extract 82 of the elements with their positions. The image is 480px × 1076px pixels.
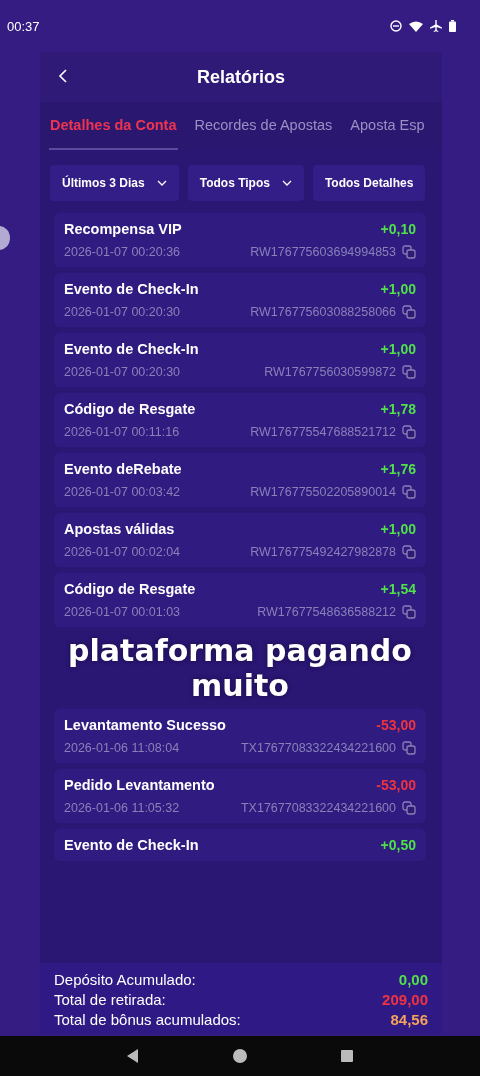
transaction-id: RW176775603088258066: [250, 305, 396, 319]
transaction-title: Recompensa VIP: [64, 221, 182, 237]
transaction-amount: -53,00: [376, 777, 416, 793]
transaction-id: RW176775492427982878: [250, 545, 396, 559]
caret-icon: [281, 180, 292, 186]
transaction-date: 2026-01-07 00:20:36: [64, 245, 181, 259]
copy-icon[interactable]: [402, 801, 416, 815]
transaction-card[interactable]: Recompensa VIP +0,10 2026-01-07 00:20:36 RW176775603694994853: [54, 213, 426, 267]
total-value: 84,56: [390, 1011, 428, 1028]
caption-text: muito: [191, 668, 289, 703]
tab[interactable]: Detalhes da Conta: [49, 102, 178, 150]
tab[interactable]: Recordes de Apostas: [193, 102, 334, 150]
transaction-card[interactable]: Código de Resgate +1,54 2026-01-07 00:01:03 RW17677548636588212: [54, 573, 426, 627]
airplane-icon: [430, 20, 442, 32]
transaction-card[interactable]: Evento de Check-In +1,00 2026-01-07 00:20:30 RW1767756030599872: [54, 333, 426, 387]
transaction-title: Código de Resgate: [64, 581, 196, 597]
transaction-date: 2026-01-07 00:03:42: [64, 485, 181, 499]
transaction-title: Evento de Check-In: [64, 341, 199, 357]
transaction-title: Evento de Check-In: [64, 837, 199, 853]
filter-dropdown[interactable]: Todos Detalhes: [312, 165, 426, 201]
transaction-card[interactable]: Pedido Levantamento -53,00 2026-01-06 11:05:32 TX17677083322434221600: [54, 769, 426, 823]
transaction-date: 2026-01-06 11:05:32: [64, 801, 180, 815]
total-value: 0,00: [398, 971, 428, 988]
transaction-date: 2026-01-07 00:20:30: [64, 365, 181, 379]
transaction-amount: +1,54: [380, 581, 416, 597]
transaction-card[interactable]: Apostas válidas +1,00 2026-01-07 00:02:04 RW176775492427982878: [54, 513, 426, 567]
transaction-date: 2026-01-06 11:08:04: [64, 741, 180, 755]
transaction-amount: +1,00: [380, 281, 416, 297]
back-nav-icon[interactable]: [127, 1049, 139, 1063]
wifi-icon: [409, 20, 423, 32]
filter-dropdown[interactable]: Todos Tipos: [187, 165, 304, 201]
transaction-id: TX17677083322434221600: [241, 741, 396, 755]
transaction-date: 2026-01-07 00:11:16: [64, 425, 180, 439]
back-chevron-icon[interactable]: [58, 68, 68, 84]
copy-icon[interactable]: [402, 305, 416, 319]
copy-icon[interactable]: [402, 245, 416, 259]
copy-icon[interactable]: [402, 545, 416, 559]
transaction-card[interactable]: Levantamento Sucesso -53,00 2026-01-06 11:08:04 TX17677083322434221600: [54, 709, 426, 763]
transaction-amount: +0,50: [380, 837, 416, 853]
transaction-title: Levantamento Sucesso: [64, 717, 226, 733]
transaction-title: Apostas válidas: [64, 521, 175, 537]
transaction-date: 2026-01-07 00:01:03: [64, 605, 181, 619]
filter-dropdown[interactable]: Últimos 3 Dias: [50, 165, 179, 201]
transaction-amount: +1,00: [380, 521, 416, 537]
transaction-id: RW1767756030599872: [264, 365, 396, 379]
total-label: Depósito Acumulado:: [54, 971, 196, 988]
caption-text: plataforma pagando: [68, 633, 412, 668]
copy-icon[interactable]: [402, 365, 416, 379]
transaction-amount: +1,76: [380, 461, 416, 477]
transaction-id: RW17677548636588212: [257, 605, 396, 619]
tab[interactable]: Aposta Esp: [349, 102, 426, 150]
transaction-card[interactable]: Código de Resgate +1,78 2026-01-07 00:11:16 RW176775547688521712: [54, 393, 426, 447]
transaction-card[interactable]: Evento de Check-In +1,00 2026-01-07 00:20:30 RW176775603088258066: [54, 273, 426, 327]
transaction-card[interactable]: Evento deRebate +1,76 2026-01-07 00:03:42 RW176775502205890014: [54, 453, 426, 507]
caret-icon: [156, 180, 167, 186]
transaction-title: Evento de Check-In: [64, 281, 199, 297]
page-title: Relatórios: [197, 66, 285, 88]
transaction-date: 2026-01-07 00:02:04: [64, 545, 181, 559]
transaction-id: TX17677083322434221600: [241, 801, 396, 815]
transaction-amount: +1,00: [380, 341, 416, 357]
total-value: 209,00: [382, 991, 428, 1008]
battery-icon: [449, 20, 456, 32]
copy-icon[interactable]: [402, 605, 416, 619]
transaction-id: RW176775547688521712: [250, 425, 396, 439]
transaction-id: RW176775502205890014: [250, 485, 396, 499]
transaction-card[interactable]: Evento de Check-In +0,50: [54, 829, 426, 861]
do-not-disturb-icon: [390, 20, 402, 32]
copy-icon[interactable]: [402, 425, 416, 439]
total-label: Total de retirada:: [54, 991, 166, 1008]
copy-icon[interactable]: [402, 485, 416, 499]
transaction-amount: +1,78: [380, 401, 416, 417]
transaction-amount: -53,00: [376, 717, 416, 733]
transaction-date: 2026-01-07 00:20:30: [64, 305, 181, 319]
copy-icon[interactable]: [402, 741, 416, 755]
home-nav-icon[interactable]: [233, 1049, 247, 1063]
total-label: Total de bônus acumulados:: [54, 1011, 241, 1028]
transaction-amount: +0,10: [380, 221, 416, 237]
status-time: 00:37: [7, 18, 40, 34]
transaction-title: Pedido Levantamento: [64, 777, 215, 793]
transaction-id: RW176775603694994853: [250, 245, 396, 259]
transaction-title: Código de Resgate: [64, 401, 196, 417]
transaction-title: Evento deRebate: [64, 461, 182, 477]
